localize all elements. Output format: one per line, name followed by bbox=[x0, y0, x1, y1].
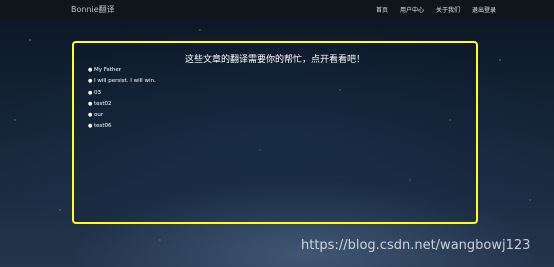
list-item[interactable]: ● 03 bbox=[88, 90, 156, 101]
nav-link-user-center[interactable]: 用户中心 bbox=[400, 5, 424, 14]
top-navbar: Bonnie翻译 首页 用户中心 关于我们 退出登录 bbox=[0, 0, 554, 19]
article-link[interactable]: 03 bbox=[94, 90, 101, 96]
list-item[interactable]: ● test02 bbox=[88, 101, 156, 112]
panel-title: 这些文章的翻译需要你的帮忙，点开看看吧！ bbox=[184, 55, 365, 65]
nav-links: 首页 用户中心 关于我们 退出登录 bbox=[364, 5, 496, 14]
list-item[interactable]: ● I will persist. I will win. bbox=[88, 78, 156, 89]
article-panel: 这些文章的翻译需要你的帮忙，点开看看吧！ ● My Father ● I will … bbox=[72, 41, 478, 224]
article-link[interactable]: I will persist. I will win. bbox=[94, 78, 156, 84]
article-link[interactable]: test02 bbox=[94, 101, 112, 107]
brand-logo-text[interactable]: Bonnie翻译 bbox=[71, 4, 115, 15]
nav-link-home[interactable]: 首页 bbox=[376, 5, 388, 14]
list-item[interactable]: ● My Father bbox=[88, 67, 156, 78]
article-list: ● My Father ● I will persist. I will win. … bbox=[88, 67, 156, 135]
article-link[interactable]: My Father bbox=[94, 67, 121, 73]
list-item[interactable]: ● our bbox=[88, 112, 156, 123]
nav-link-logout[interactable]: 退出登录 bbox=[472, 5, 496, 14]
article-link[interactable]: test06 bbox=[94, 123, 112, 129]
watermark-url: https://blog.csdn.net/wangbowj123 bbox=[301, 238, 531, 253]
article-link[interactable]: our bbox=[94, 112, 103, 118]
list-item[interactable]: ● test06 bbox=[88, 123, 156, 134]
nav-link-about-us[interactable]: 关于我们 bbox=[436, 5, 460, 14]
